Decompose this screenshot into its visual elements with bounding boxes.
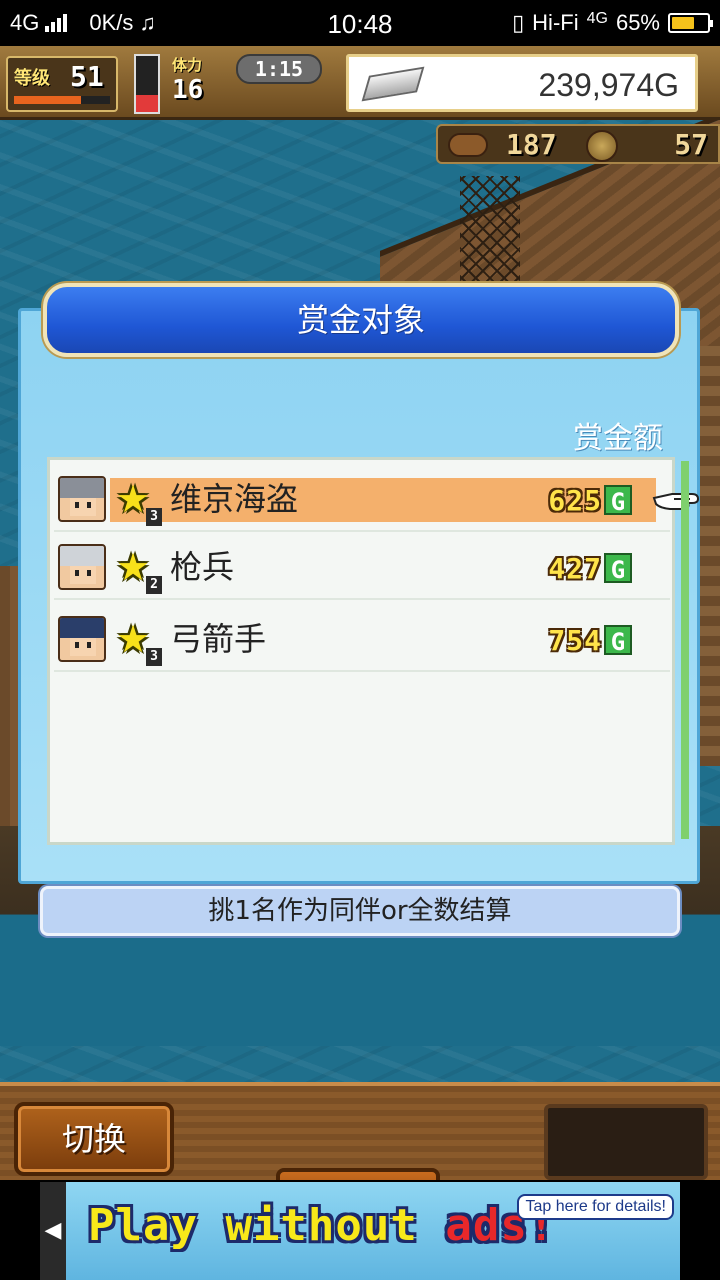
- medal-icon: [586, 130, 618, 162]
- bounty-value: 427: [548, 551, 602, 585]
- rank-badge: 2: [146, 576, 162, 594]
- gold-ingot-icon: [361, 66, 425, 102]
- spearman-avatar: [58, 544, 106, 590]
- resource1-value: 187: [506, 128, 557, 161]
- ad-headline: Play without ads!: [88, 1200, 555, 1251]
- viking-avatar: [58, 476, 106, 522]
- ad-details-link[interactable]: Tap here for details!: [517, 1194, 674, 1220]
- empty-slot: [544, 1104, 708, 1180]
- currency-badge: G: [604, 485, 632, 516]
- wifi-label: Hi-Fi: [532, 10, 579, 35]
- bottom-panel: 切换: [0, 1082, 720, 1180]
- resource2-value: 57: [674, 128, 708, 161]
- currency-badge: G: [604, 553, 632, 584]
- gold-amount: 239,974G: [538, 67, 679, 103]
- vibrate-icon: ▯: [512, 10, 525, 35]
- status-bar: 4G 0K/s ♫ 10:48 ▯ Hi-Fi 4G 65%: [0, 0, 720, 46]
- bounty-amount: 625 G: [548, 482, 632, 518]
- network2-label: 4G: [586, 10, 608, 27]
- stamina-value: 16: [172, 75, 204, 105]
- instruction-banner: 挑1名作为同伴or全数结算: [40, 886, 680, 936]
- expand-menu-button[interactable]: [276, 1168, 440, 1180]
- food-icon: [448, 133, 488, 157]
- bounty-amount: 754 G: [548, 622, 632, 658]
- currency-badge: G: [604, 625, 632, 656]
- bounty-column-header: 赏金额: [573, 421, 663, 456]
- ad-content[interactable]: Play without ads! Tap here for details!: [40, 1182, 680, 1280]
- ad-prev-arrow-icon[interactable]: ◀: [40, 1182, 66, 1280]
- unit-name: 维京海盗: [170, 480, 299, 518]
- star-icon: ★: [116, 477, 151, 521]
- level-label: 等级: [14, 68, 50, 89]
- level-value: 51: [70, 60, 104, 93]
- dialog-title: 赏金对象: [43, 283, 679, 357]
- bounty-amount: 427 G: [548, 550, 632, 586]
- stamina-gauge: [134, 54, 160, 114]
- ad-banner[interactable]: Play without ads! Tap here for details! …: [0, 1180, 720, 1280]
- list-item[interactable]: ★ 2 枪兵 427 G: [54, 534, 670, 600]
- unit-name: 弓箭手: [170, 620, 267, 658]
- rank-badge: 3: [146, 648, 162, 666]
- bounty-dialog: 赏金对象 赏金额 ★ 3 维京海盗 625 G ★ 2 枪兵 427 G ★ 3…: [18, 283, 700, 884]
- recovery-timer: 1:15: [236, 54, 322, 84]
- list-item[interactable]: ★ 3 维京海盗 625 G: [54, 466, 700, 532]
- game-scene: 等级 51 体力 16 1:15 239,974G 187 57 赏金对象 赏金…: [0, 46, 720, 1180]
- resource-panel: 187 57: [436, 124, 720, 164]
- bounty-value: 625: [548, 483, 602, 517]
- level-panel: 等级 51: [6, 56, 118, 112]
- stamina-label: 体力: [172, 56, 203, 74]
- switch-button[interactable]: 切换: [14, 1102, 174, 1176]
- bounty-value: 754: [548, 623, 602, 657]
- stamina-panel: 体力 16: [172, 54, 234, 112]
- star-icon: ★: [116, 617, 151, 661]
- archer-avatar: [58, 616, 106, 662]
- level-progress-bar: [14, 96, 110, 104]
- hand-pointer-icon: [652, 493, 700, 510]
- rank-badge: 3: [146, 508, 162, 526]
- star-icon: ★: [116, 545, 151, 589]
- battery-icon: [668, 13, 713, 33]
- battery-percent: 65%: [615, 10, 660, 35]
- gold-panel: 239,974G: [346, 54, 698, 112]
- list-item[interactable]: ★ 3 弓箭手 754 G: [54, 606, 670, 672]
- bounty-list: ★ 3 维京海盗 625 G ★ 2 枪兵 427 G ★ 3 弓箭手 754 …: [47, 457, 700, 845]
- top-hud: 等级 51 体力 16 1:15 239,974G: [0, 46, 720, 120]
- ad-headline-main: Play without: [88, 1200, 446, 1251]
- unit-name: 枪兵: [170, 548, 235, 586]
- list-scrollbar[interactable]: [681, 461, 689, 839]
